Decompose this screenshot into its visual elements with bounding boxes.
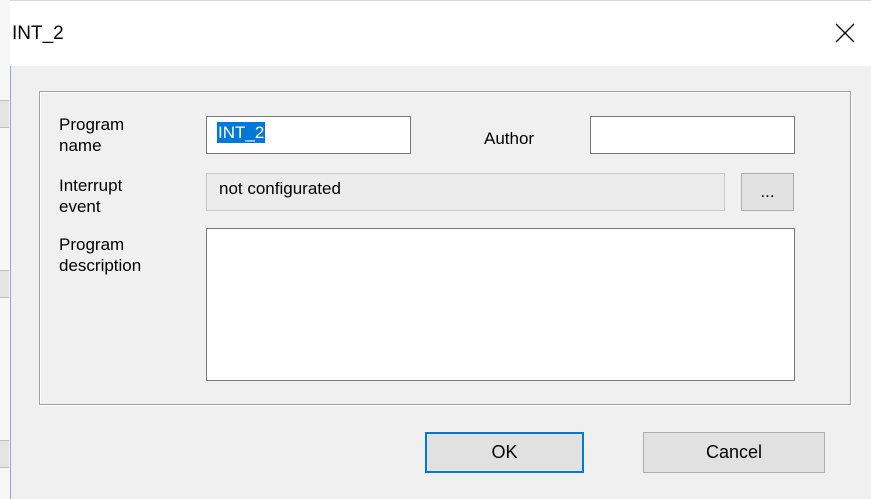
program-description-label-line2: description xyxy=(59,256,142,275)
close-icon xyxy=(835,23,855,43)
background-splitter-handle xyxy=(0,440,9,468)
program-description-label: Program description xyxy=(59,234,141,276)
background-splitter-handle xyxy=(0,270,9,298)
ok-button[interactable]: OK xyxy=(425,432,584,473)
program-name-label-line2: name xyxy=(59,136,102,155)
program-name-selected-text: INT_2 xyxy=(217,122,266,143)
dialog-title: INT_2 xyxy=(12,23,64,44)
browse-event-button[interactable]: ... xyxy=(741,173,794,211)
author-input[interactable] xyxy=(590,116,795,154)
interrupt-event-field: not configurated xyxy=(206,173,725,211)
interrupt-event-label-line1: Interrupt xyxy=(59,176,123,195)
program-name-label: Program name xyxy=(59,114,124,156)
background-splitter-handle xyxy=(0,100,9,128)
program-properties-dialog: INT_2 Program name INT_2 Author Interrup… xyxy=(0,0,871,499)
interrupt-event-value: not configurated xyxy=(219,179,341,198)
interrupt-event-label-line2: event xyxy=(59,197,101,216)
background-window-edge xyxy=(0,0,10,499)
interrupt-event-label: Interrupt event xyxy=(59,175,122,217)
dialog-border xyxy=(10,66,11,499)
program-name-label-line1: Program xyxy=(59,115,125,134)
title-bar[interactable]: INT_2 xyxy=(10,0,871,66)
program-description-label-line1: Program xyxy=(59,235,125,254)
program-description-input[interactable] xyxy=(206,228,795,381)
program-name-input[interactable]: INT_2 xyxy=(206,116,411,154)
close-button[interactable] xyxy=(825,13,865,53)
author-label: Author xyxy=(484,129,535,148)
cancel-button[interactable]: Cancel xyxy=(643,432,825,473)
